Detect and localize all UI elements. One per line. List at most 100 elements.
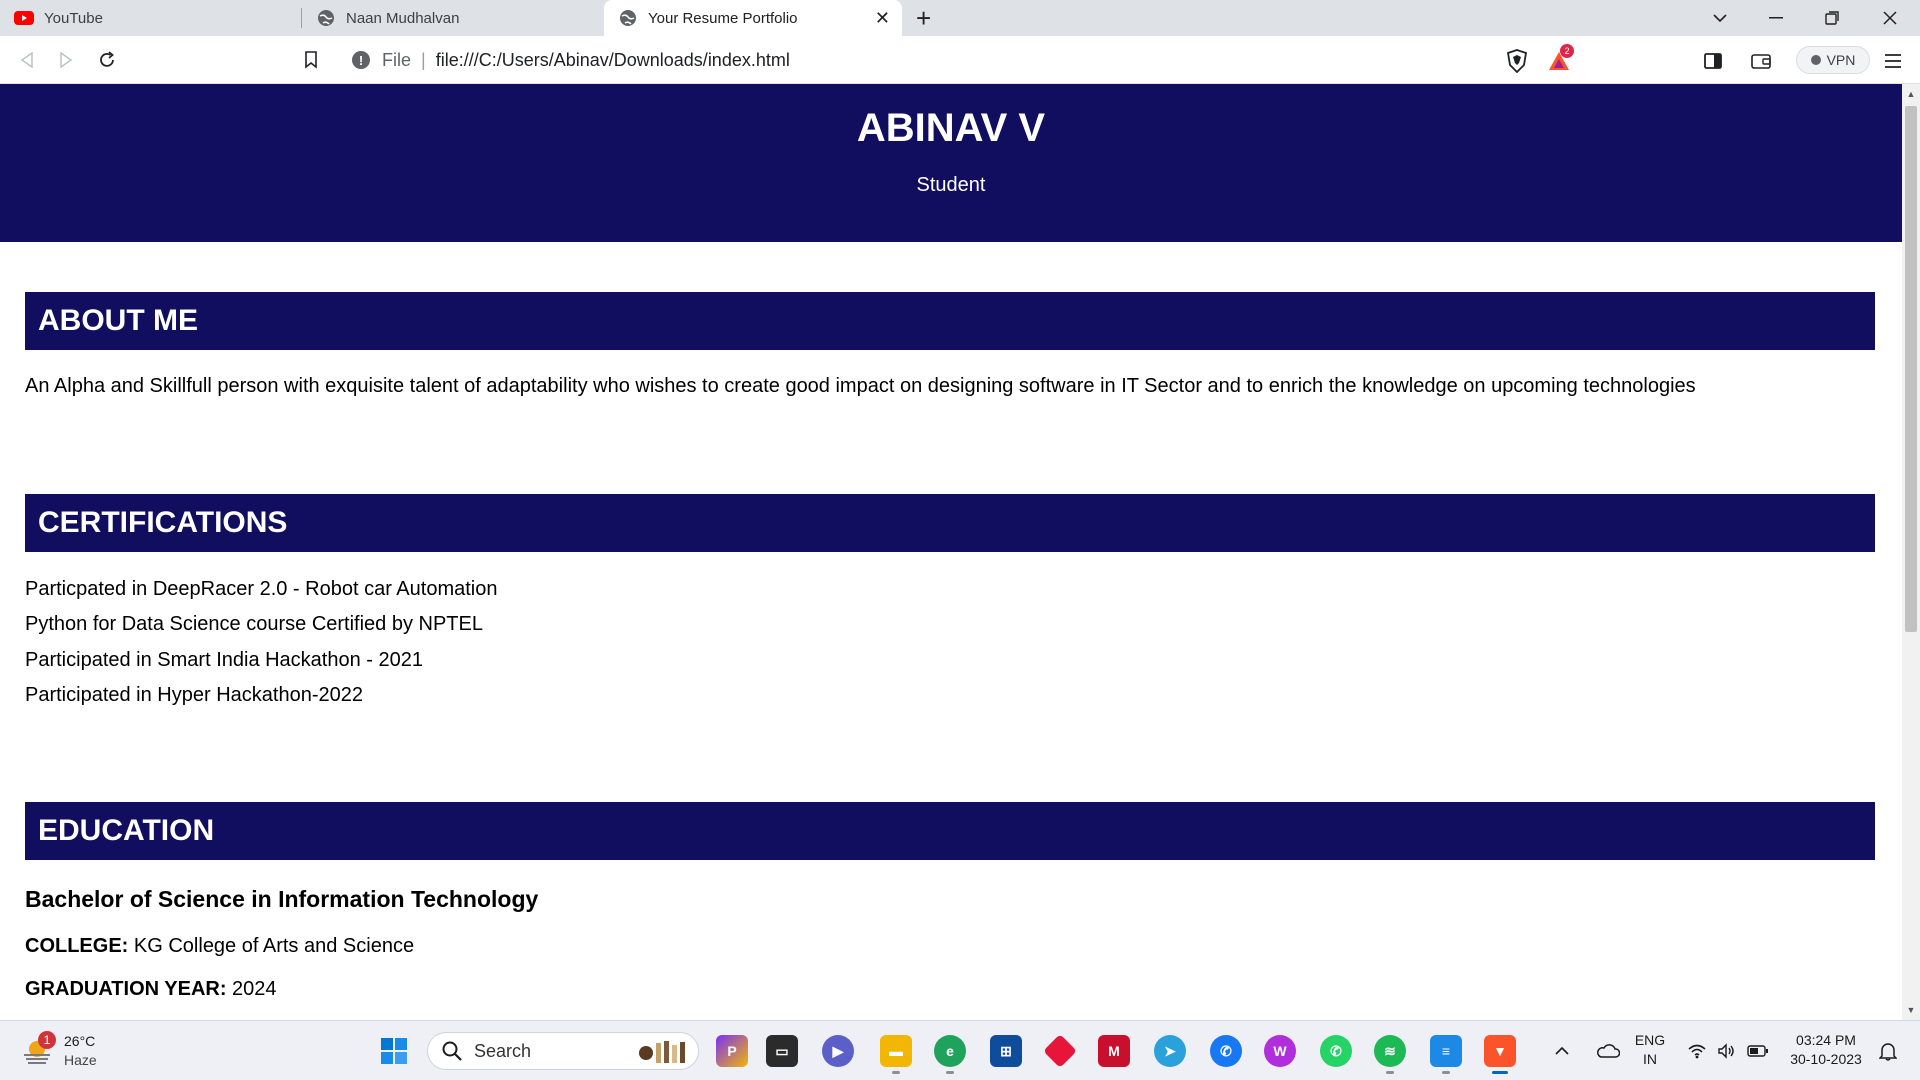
- mcafee-icon[interactable]: M: [1098, 1035, 1130, 1067]
- quick-settings-button[interactable]: [1680, 1035, 1776, 1067]
- copilot-icon[interactable]: P: [716, 1035, 748, 1067]
- degree-title: Bachelor of Science in Information Techn…: [25, 886, 539, 912]
- task-view-icon[interactable]: ▭: [766, 1035, 798, 1067]
- microsoft-store-icon[interactable]: ⊞: [990, 1035, 1022, 1067]
- tab-title: YouTube: [44, 9, 103, 27]
- running-indicator: [1386, 1071, 1394, 1074]
- tab-bar: YouTube Naan Mudhalvan Your Resume Portf…: [0, 0, 1920, 36]
- new-tab-button[interactable]: +: [916, 3, 931, 34]
- college-name: KG College of Arts and Science: [133, 935, 415, 957]
- brave-shields-icon[interactable]: [1504, 48, 1530, 74]
- resume-name: ABINAV V: [856, 106, 1046, 150]
- certification-item: Particpated in DeepRacer 2.0 - Robot car…: [25, 578, 498, 600]
- rewards-badge: 2: [1560, 44, 1574, 58]
- vpn-status-icon: [1810, 55, 1821, 65]
- about-heading: ABOUT ME: [25, 292, 1875, 350]
- about-text: An Alpha and Skillfull person with exqui…: [25, 375, 1696, 397]
- hidden-icons-chevron-icon[interactable]: [1546, 1035, 1578, 1067]
- onedrive-icon[interactable]: [1592, 1035, 1624, 1067]
- clock-time: 03:24 PM: [1796, 1032, 1856, 1048]
- messenger-icon[interactable]: ✆: [1210, 1035, 1242, 1067]
- edge-browser-icon[interactable]: e: [934, 1035, 966, 1067]
- site-info-icon[interactable]: !: [352, 51, 370, 69]
- wps-office-icon[interactable]: W: [1264, 1035, 1296, 1067]
- notepad-icon[interactable]: ≡: [1430, 1035, 1462, 1067]
- weather-widget[interactable]: 1 26°C Haze: [20, 1031, 110, 1071]
- wallet-icon[interactable]: [1748, 48, 1774, 74]
- graduation-label: GRADUATION YEAR:: [25, 978, 227, 1000]
- file-explorer-icon[interactable]: ▬: [880, 1035, 912, 1067]
- certifications-heading: CERTIFICATIONS: [25, 494, 1875, 552]
- wifi-icon: [1688, 1044, 1706, 1059]
- vpn-label: VPN: [1826, 52, 1856, 68]
- tab-title: Your Resume Portfolio: [648, 9, 798, 27]
- taskbar: 1 26°C Haze Search P ▭ ▶ ▬ e ⊞ M ➤ ✆ W ✆…: [0, 1020, 1920, 1080]
- start-windows-icon[interactable]: [378, 1035, 410, 1067]
- globe-icon: [316, 8, 336, 28]
- address-separator: |: [421, 49, 426, 70]
- menu-icon[interactable]: [1880, 48, 1906, 74]
- running-indicator: [946, 1071, 954, 1074]
- red-diamond-app-icon[interactable]: [1043, 1034, 1077, 1068]
- address-scheme-label: File: [382, 49, 412, 70]
- clock-date: 30-10-2023: [1790, 1051, 1862, 1067]
- youtube-icon: [14, 8, 34, 28]
- notifications-bell-icon[interactable]: [1872, 1035, 1904, 1067]
- weather-temp: 26°C: [64, 1033, 96, 1049]
- weather-condition: Haze: [64, 1052, 97, 1068]
- scroll-down-icon[interactable]: ▼: [1902, 1002, 1920, 1018]
- volume-icon: [1718, 1043, 1734, 1059]
- tab-naan-mudhalvan[interactable]: Naan Mudhalvan: [302, 0, 602, 36]
- minimize-button[interactable]: [1752, 0, 1800, 36]
- certification-item: Participated in Hyper Hackathon-2022: [25, 684, 363, 706]
- search-highlight-icon: [639, 1041, 685, 1063]
- language-region: IN: [1643, 1051, 1657, 1067]
- search-placeholder: Search: [474, 1040, 532, 1061]
- scroll-up-icon[interactable]: ▲: [1902, 86, 1920, 102]
- scrollbar-thumb[interactable]: [1905, 106, 1917, 632]
- education-heading: EDUCATION: [25, 802, 1875, 860]
- language-code: ENG: [1634, 1032, 1666, 1048]
- spotify-icon[interactable]: ≋: [1374, 1035, 1406, 1067]
- page-scrollbar[interactable]: ▲ ▼: [1902, 84, 1920, 1020]
- teams-chat-icon[interactable]: ▶: [822, 1035, 854, 1067]
- whatsapp-icon[interactable]: ✆: [1320, 1035, 1352, 1067]
- tab-search-chevron-icon[interactable]: [1696, 0, 1744, 36]
- running-indicator: [1442, 1071, 1450, 1074]
- close-tab-icon[interactable]: ✕: [875, 8, 890, 29]
- graduation-line: GRADUATION YEAR: 2024: [25, 978, 277, 1001]
- close-window-button[interactable]: [1866, 0, 1914, 36]
- certification-item: Participated in Smart India Hackathon - …: [25, 649, 423, 671]
- brave-browser-icon[interactable]: ▼: [1484, 1035, 1516, 1067]
- graduation-year: 2024: [232, 978, 277, 1000]
- running-indicator: [892, 1071, 900, 1074]
- globe-icon: [618, 8, 638, 28]
- resume-header: ABINAV V Student: [0, 84, 1902, 242]
- search-icon: [442, 1041, 462, 1061]
- restore-button[interactable]: [1808, 0, 1856, 36]
- battery-icon: [1747, 1045, 1768, 1057]
- tab-title: Naan Mudhalvan: [346, 9, 460, 27]
- resume-role: Student: [916, 174, 986, 196]
- certification-item: Python for Data Science course Certified…: [25, 613, 483, 635]
- sidebar-toggle-icon[interactable]: [1700, 48, 1726, 74]
- taskbar-search-box[interactable]: Search: [427, 1032, 699, 1070]
- address-bar[interactable]: ! File | file:///C:/Users/Abinav/Downloa…: [340, 44, 1580, 76]
- page-viewport: ABINAV V Student ABOUT ME An Alpha and S…: [0, 84, 1902, 1020]
- address-url[interactable]: file:///C:/Users/Abinav/Downloads/index.…: [436, 50, 790, 71]
- reload-button[interactable]: [95, 48, 119, 72]
- forward-button[interactable]: [54, 48, 78, 72]
- bookmark-icon[interactable]: [299, 48, 323, 72]
- vpn-button[interactable]: VPN: [1796, 46, 1870, 74]
- college-label: COLLEGE:: [25, 935, 129, 957]
- brave-rewards-icon[interactable]: 2: [1546, 44, 1574, 74]
- browser-toolbar: ! File | file:///C:/Users/Abinav/Downloa…: [0, 36, 1920, 84]
- language-indicator[interactable]: ENG IN: [1630, 1031, 1670, 1069]
- weather-alert-badge: 1: [38, 1031, 56, 1049]
- telegram-icon[interactable]: ➤: [1154, 1035, 1186, 1067]
- tab-resume-portfolio[interactable]: Your Resume Portfolio ✕: [604, 0, 902, 36]
- tab-youtube[interactable]: YouTube: [0, 0, 300, 36]
- clock[interactable]: 03:24 PM 30-10-2023: [1784, 1031, 1868, 1069]
- college-line: COLLEGE: KG College of Arts and Science: [25, 935, 414, 958]
- back-button[interactable]: [15, 48, 39, 72]
